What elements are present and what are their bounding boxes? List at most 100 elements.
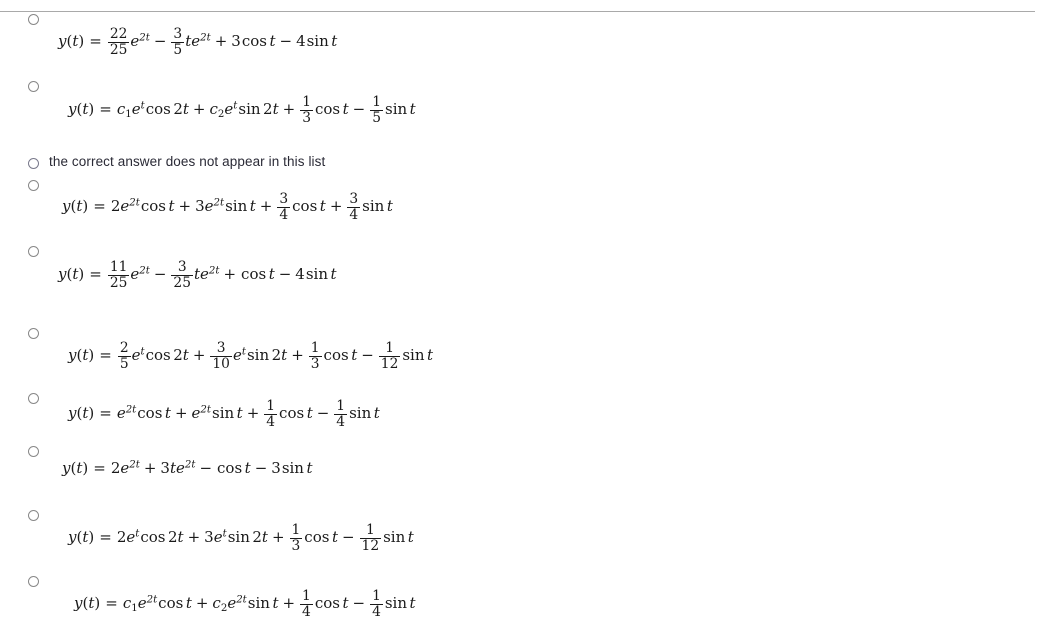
math-variable: t xyxy=(407,527,414,546)
math-variable: t xyxy=(342,593,349,612)
math-variable: t xyxy=(168,196,175,215)
radio-button-10[interactable] xyxy=(28,576,39,587)
radio-button-9[interactable] xyxy=(28,510,39,521)
answer-option[interactable]: y(t) = c1etcos 2t + c2etsin 2t +1 3 cos t −1 5 sin t xyxy=(0,81,1041,125)
fraction: 3 25 xyxy=(171,260,193,290)
math-operator: − xyxy=(199,459,213,477)
math-operator: + xyxy=(223,264,237,283)
math-variable: e xyxy=(126,527,136,546)
radio-button-7[interactable] xyxy=(28,393,39,404)
math-operator: − xyxy=(352,99,366,118)
answer-option[interactable]: y(t) = 2etcos 2t +3etsin 2t +1 3 cos t −1 12 sin t xyxy=(0,510,1041,553)
math-variable: e xyxy=(131,99,141,118)
math-literal: 2 xyxy=(168,527,178,546)
answer-option-formula: y(t) = 2 5 etcos 2t +3 10 etsin 2t +1 3 cos t −1 12 sin t xyxy=(68,341,433,371)
math-variable: e xyxy=(137,593,147,612)
fraction-numerator: 1 xyxy=(372,588,381,605)
answer-option[interactable]: y(t) = 2e2t +3te2t − cos t −3sin t xyxy=(0,446,1041,476)
math-function: cos xyxy=(217,459,243,477)
math-function: sin xyxy=(225,196,248,215)
math-operator: − xyxy=(254,459,268,477)
fraction: 11 25 xyxy=(107,260,130,291)
math-function: sin xyxy=(306,31,329,50)
radio-button-6[interactable] xyxy=(28,328,39,339)
fraction: 14 xyxy=(370,589,383,619)
exponent: 2t xyxy=(139,265,150,277)
math-variable: t xyxy=(249,196,256,215)
math-variable: t xyxy=(331,527,338,546)
math-function: cos xyxy=(145,99,171,118)
answer-option-formula: y(t) = c1etcos 2t + c2etsin 2t +1 3 cos t −1 5 sin t xyxy=(68,95,416,125)
math-literal: 2 xyxy=(110,196,121,215)
radio-button-1[interactable] xyxy=(28,14,39,25)
math-function: cos xyxy=(314,593,340,612)
fraction-numerator: 3 xyxy=(349,191,359,208)
math-function: cos xyxy=(314,99,341,118)
math-variable: t xyxy=(319,196,326,215)
math-function: sin xyxy=(384,593,408,612)
math-function: sin xyxy=(402,345,425,364)
math-literal: 2 xyxy=(173,99,183,118)
math-literal: 2 xyxy=(252,527,262,546)
math-operator: + xyxy=(214,31,228,50)
fraction-denominator: 4 xyxy=(370,603,383,620)
fraction: 14 xyxy=(264,398,278,429)
math-variable: t xyxy=(164,403,171,422)
math-operator: + xyxy=(192,345,206,364)
fraction-denominator: 4 xyxy=(277,206,291,223)
math-function: sin xyxy=(349,403,372,422)
math-variable: t xyxy=(342,99,349,118)
fraction-denominator: 25 xyxy=(107,274,130,291)
radio-button-4[interactable] xyxy=(28,180,39,191)
math-variable: e xyxy=(120,196,130,215)
math-literal: 3 xyxy=(160,459,170,477)
answer-option-label: the correct answer does not appear in th… xyxy=(49,154,326,169)
answer-option[interactable]: y(t) = c1e2tcos t + c2e2tsin t +1 4 cos t −1 4 sin t xyxy=(0,576,1041,619)
answer-option[interactable]: y(t) = e2tcos t + e2tsin t +1 4 cos t −1 4 sin t xyxy=(0,393,1041,429)
answer-option[interactable]: y(t) = 2 5 etcos 2t +3 10 etsin 2t +1 3 cos t −1 12 sin t xyxy=(0,328,1041,371)
fraction-numerator: 3 xyxy=(279,191,289,208)
math-function: sin xyxy=(247,593,270,612)
exponent: 2t xyxy=(184,459,196,471)
math-variable: t xyxy=(272,99,279,118)
math-literal: 4 xyxy=(296,31,306,50)
answer-option-formula: y(t) = c1e2tcos t + c2e2tsin t +1 4 cos t −1 4 sin t xyxy=(74,589,416,619)
math-function: sin xyxy=(212,403,235,422)
math-variable: e xyxy=(227,593,237,612)
math-operator: − xyxy=(278,264,292,283)
answer-option-formula: y(t) = 2e2t +3te2t − cos t −3sin t xyxy=(62,459,313,477)
math-variable: t xyxy=(386,196,393,215)
math-function: cos xyxy=(158,593,184,612)
math-variable: e xyxy=(120,459,130,477)
radio-button-5[interactable] xyxy=(28,246,39,257)
math-function: cos xyxy=(304,527,330,546)
answer-option[interactable]: y(t) = 22 25 e2t −3 5 te2t +3cos t −4sin t xyxy=(0,14,1041,57)
math-variable: te xyxy=(169,459,185,477)
math-operator: − xyxy=(352,593,366,612)
math-variable: te xyxy=(185,31,201,50)
math-function: sin xyxy=(385,99,408,118)
fraction-numerator: 1 xyxy=(266,398,276,415)
radio-button-8[interactable] xyxy=(28,446,39,457)
radio-button-3[interactable] xyxy=(28,158,39,169)
fraction-denominator: 4 xyxy=(300,603,313,620)
equals-sign: = xyxy=(93,459,106,477)
math-operator: − xyxy=(153,31,167,50)
answer-option[interactable]: y(t) = 2e2tcos t +3e2tsin t +3 4 cos t +3 4 sin t xyxy=(0,180,1041,222)
exponent: 2t xyxy=(125,404,137,416)
math-function: sin xyxy=(383,527,406,546)
math-operator: + xyxy=(271,527,285,546)
radio-button-2[interactable] xyxy=(28,81,39,92)
math-variable: e xyxy=(213,527,223,546)
answer-option-formula: y(t) = 11 25 e2t −3 25 te2t + cos t −4sin t xyxy=(58,260,337,290)
fraction-denominator: 5 xyxy=(117,355,131,372)
answer-option[interactable]: y(t) = 11 25 e2t −3 25 te2t + cos t −4sin t xyxy=(0,246,1041,290)
math-variable: t xyxy=(427,345,434,364)
exponent: 2t xyxy=(129,197,140,209)
math-operator: − xyxy=(316,403,330,422)
fraction-denominator: 25 xyxy=(171,274,193,291)
fraction: 22 25 xyxy=(107,27,130,57)
fraction-numerator: 1 xyxy=(372,94,382,111)
equals-sign: = xyxy=(89,264,102,283)
math-variable: e xyxy=(204,196,214,215)
